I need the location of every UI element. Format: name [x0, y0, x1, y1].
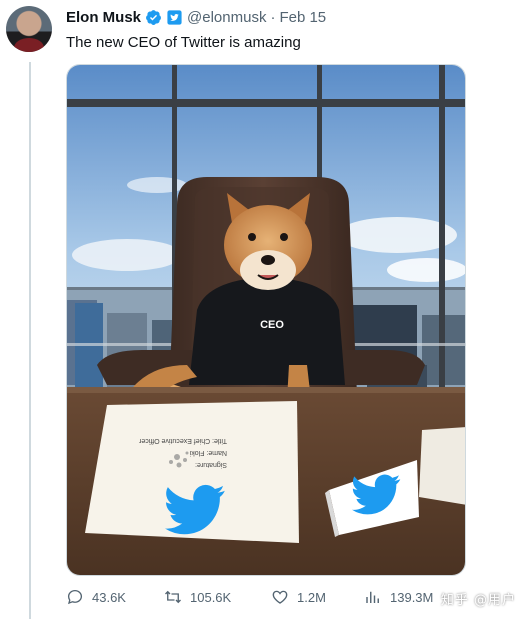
sweater-label: CEO — [260, 319, 284, 331]
paper-line-2: Name: Floki — [189, 449, 227, 456]
heart-icon — [272, 590, 288, 604]
separator: · — [270, 9, 276, 26]
views-icon — [366, 591, 379, 603]
watermark: 知乎 @用户 — [440, 593, 516, 608]
retweet-icon — [165, 590, 181, 604]
verified-badge-icon — [146, 10, 161, 25]
retweet-count: 105.6K — [190, 589, 232, 605]
tweet-header: Elon Musk @elonmusk · Feb 15 — [66, 9, 326, 26]
like-count: 1.2M — [297, 589, 326, 605]
paper-line-1: Signature: — [195, 461, 227, 468]
tweet-photo[interactable]: CEO Signature: Name: Floki Title: Chief … — [66, 64, 466, 576]
reply-icon — [67, 589, 83, 605]
tweet-date[interactable]: Feb 15 — [279, 9, 326, 26]
retweet-button[interactable]: 105.6K — [164, 588, 231, 606]
author-name[interactable]: Elon Musk — [66, 9, 141, 26]
tweet-text: The new CEO of Twitter is amazing — [66, 34, 301, 51]
views-button[interactable]: 139.3M — [364, 588, 433, 606]
thread-line — [29, 62, 31, 619]
reply-count: 43.6K — [92, 589, 126, 605]
reply-button[interactable]: 43.6K — [66, 588, 126, 606]
avatar[interactable] — [6, 6, 52, 52]
author-handle[interactable]: @elonmusk — [187, 9, 266, 26]
views-count: 139.3M — [390, 589, 434, 605]
affiliate-badge-icon — [167, 10, 182, 25]
like-button[interactable]: 1.2M — [271, 588, 326, 606]
paper-line-3: Title: Chief Executive Officer — [138, 437, 227, 444]
